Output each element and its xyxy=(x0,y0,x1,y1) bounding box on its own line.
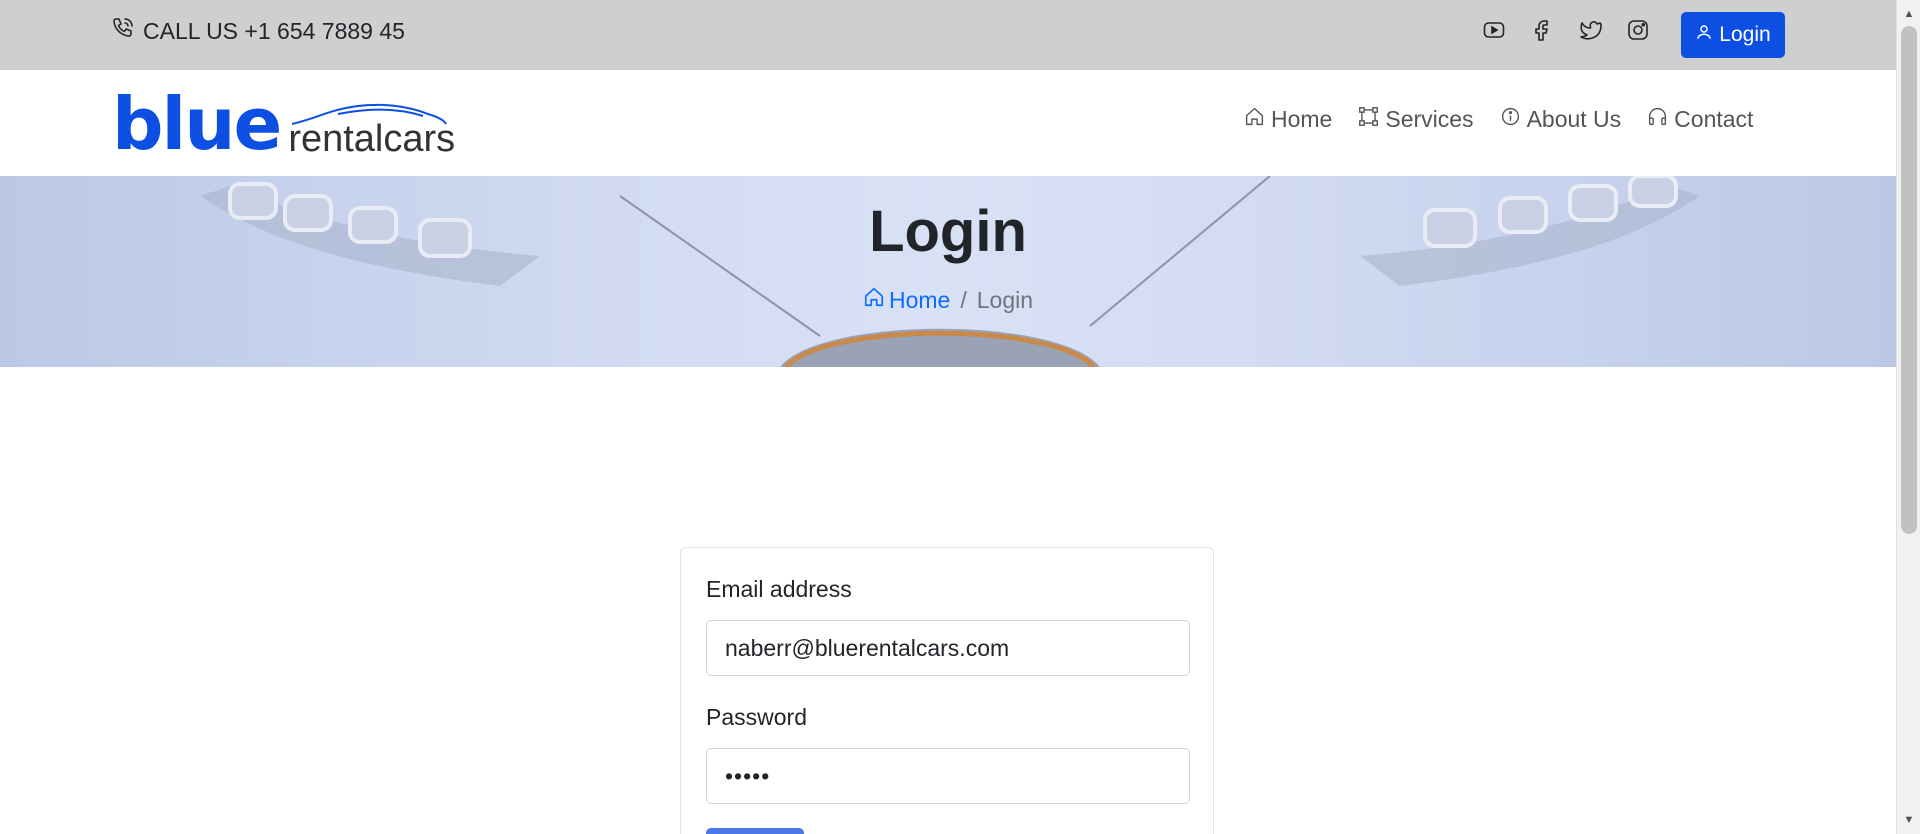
home-icon xyxy=(863,286,885,314)
bounding-box-icon xyxy=(1358,106,1379,133)
scroll-down-arrow-icon[interactable]: ▼ xyxy=(1897,810,1920,830)
password-field[interactable]: ••••• xyxy=(706,748,1190,804)
breadcrumb-home-link[interactable]: Home xyxy=(863,286,950,314)
breadcrumb-home-label: Home xyxy=(888,286,951,313)
page-title: Login xyxy=(869,199,1027,264)
youtube-icon[interactable] xyxy=(1482,18,1506,42)
breadcrumb-separator: / xyxy=(960,286,967,313)
page-scrollbar[interactable]: ▲ ▼ xyxy=(1896,0,1920,834)
login-card: Email address naberr@bluerentalcars.com … xyxy=(680,547,1214,834)
password-label: Password xyxy=(706,704,807,730)
nav-services-label: Services xyxy=(1385,106,1474,132)
login-button[interactable]: Login xyxy=(1681,12,1785,58)
breadcrumb: Home / Login xyxy=(0,286,1896,314)
scroll-thumb[interactable] xyxy=(1901,26,1917,534)
home-icon xyxy=(1244,106,1265,133)
top-bar: CALL US +1 654 7889 45 Login xyxy=(0,0,1896,70)
breadcrumb-current: Login xyxy=(976,286,1034,313)
nav-item-contact[interactable]: Contact xyxy=(1647,106,1753,133)
car-outline-icon xyxy=(292,103,448,125)
page-viewport: CALL US +1 654 7889 45 Login blue rental… xyxy=(0,0,1896,834)
twitter-icon[interactable] xyxy=(1578,18,1602,42)
nav-item-services[interactable]: Services xyxy=(1358,106,1474,133)
email-label: Email address xyxy=(706,576,852,602)
logo-secondary-text: rentalcars xyxy=(288,103,455,158)
headphones-icon xyxy=(1647,106,1668,133)
main-nav: Home Services About Us Contact xyxy=(1244,106,1753,133)
nav-item-about[interactable]: About Us xyxy=(1500,106,1622,133)
phone-icon xyxy=(111,16,135,46)
email-field[interactable]: naberr@bluerentalcars.com xyxy=(706,620,1190,676)
info-circle-icon xyxy=(1500,106,1521,133)
call-us[interactable]: CALL US +1 654 7889 45 xyxy=(111,16,405,46)
nav-home-label: Home xyxy=(1271,106,1333,132)
call-us-text: CALL US +1 654 7889 45 xyxy=(143,17,405,44)
nav-item-home[interactable]: Home xyxy=(1244,106,1332,133)
site-logo[interactable]: blue rentalcars xyxy=(112,88,455,160)
nav-contact-label: Contact xyxy=(1674,106,1754,132)
logo-primary-text: blue xyxy=(112,82,282,166)
person-icon xyxy=(1695,23,1713,47)
submit-button[interactable] xyxy=(706,828,804,834)
facebook-icon[interactable] xyxy=(1530,18,1554,42)
main-header: blue rentalcars Home Services About Us C… xyxy=(0,70,1896,176)
login-button-label: Login xyxy=(1719,23,1771,46)
social-links xyxy=(1482,18,1650,42)
scroll-up-arrow-icon[interactable]: ▲ xyxy=(1897,4,1920,24)
hero-banner: Login Home / Login xyxy=(0,176,1896,367)
instagram-icon[interactable] xyxy=(1626,18,1650,42)
nav-about-label: About Us xyxy=(1526,106,1622,132)
